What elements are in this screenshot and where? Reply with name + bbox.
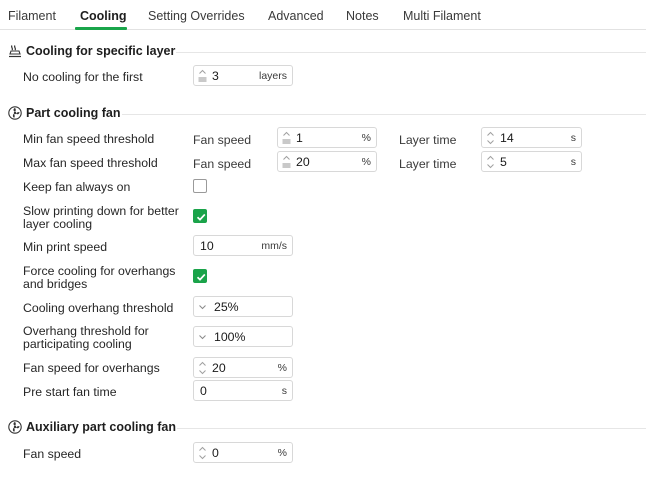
chevron-down-icon[interactable] [198, 331, 207, 345]
tab-advanced[interactable]: Advanced [268, 9, 324, 23]
force-cooling-label-line2: and bridges [23, 277, 88, 291]
keep-fan-checkbox[interactable] [193, 179, 207, 193]
tab-notes[interactable]: Notes [346, 9, 379, 23]
tab-cooling[interactable]: Cooling [80, 9, 127, 23]
tab-multi-filament[interactable]: Multi Filament [403, 9, 481, 23]
no-cooling-label: No cooling for the first [23, 70, 143, 84]
section-title: Cooling for specific layer [26, 44, 176, 58]
participating-threshold-select[interactable]: 100% [193, 326, 293, 347]
max-fan-speed-input[interactable]: 20 % [277, 151, 377, 172]
section-title: Part cooling fan [26, 106, 121, 120]
spin-arrows-icon[interactable] [282, 155, 291, 169]
aux-fan-speed-label: Fan speed [23, 447, 82, 461]
min-print-speed-input[interactable]: 10 mm/s [193, 235, 293, 256]
section-part-cooling-fan: Part cooling fan [0, 105, 646, 123]
divider [177, 428, 646, 429]
pre-start-input[interactable]: 0 s [193, 380, 293, 401]
pre-start-label: Pre start fan time [23, 385, 117, 399]
max-layer-time-input[interactable]: 5 s [481, 151, 582, 172]
slow-down-label-line2: layer cooling [23, 217, 93, 231]
max-fan-threshold-label: Max fan speed threshold [23, 156, 158, 170]
max-fan-speed-label: Fan speed [193, 157, 252, 171]
active-tab-indicator [75, 27, 127, 30]
no-cooling-layers-input[interactable]: 3 layers [193, 65, 293, 86]
fan-overhangs-input[interactable]: 20 % [193, 357, 293, 378]
divider [122, 114, 646, 115]
keep-fan-label: Keep fan always on [23, 180, 131, 194]
min-fan-speed-label: Fan speed [193, 133, 252, 147]
spin-arrows-icon[interactable] [198, 361, 207, 375]
aux-fan-speed-input[interactable]: 0 % [193, 442, 293, 463]
spin-arrows-icon[interactable] [486, 155, 495, 169]
spin-arrows-icon[interactable] [282, 131, 291, 145]
tab-filament[interactable]: Filament [8, 9, 56, 23]
fan-icon [8, 106, 22, 120]
min-layer-time-input[interactable]: 14 s [481, 127, 582, 148]
overhang-threshold-label: Cooling overhang threshold [23, 301, 174, 315]
fan-icon [8, 420, 22, 434]
checkmark-icon [196, 273, 206, 281]
min-print-speed-label: Min print speed [23, 240, 108, 254]
force-cooling-checkbox[interactable] [193, 269, 207, 283]
chevron-down-icon[interactable] [198, 301, 207, 315]
min-layer-time-label: Layer time [399, 133, 457, 147]
section-aux-fan: Auxiliary part cooling fan [0, 419, 646, 437]
tab-setting-overrides[interactable]: Setting Overrides [148, 9, 245, 23]
layer-cooling-icon [8, 44, 22, 58]
checkmark-icon [196, 213, 206, 221]
overhang-threshold-select[interactable]: 25% [193, 296, 293, 317]
tab-bar: Filament Cooling Setting Overrides Advan… [0, 0, 646, 30]
spin-arrows-icon[interactable] [486, 131, 495, 145]
section-title: Auxiliary part cooling fan [26, 420, 177, 434]
participating-label-line2: participating cooling [23, 337, 132, 351]
spin-arrows-icon[interactable] [198, 69, 207, 83]
divider [176, 52, 646, 53]
slow-down-checkbox[interactable] [193, 209, 207, 223]
max-layer-time-label: Layer time [399, 157, 457, 171]
fan-overhangs-label: Fan speed for overhangs [23, 361, 160, 375]
min-fan-threshold-label: Min fan speed threshold [23, 132, 155, 146]
min-fan-speed-input[interactable]: 1 % [277, 127, 377, 148]
spin-arrows-icon[interactable] [198, 446, 207, 460]
section-layer-cooling: Cooling for specific layer [0, 43, 646, 61]
